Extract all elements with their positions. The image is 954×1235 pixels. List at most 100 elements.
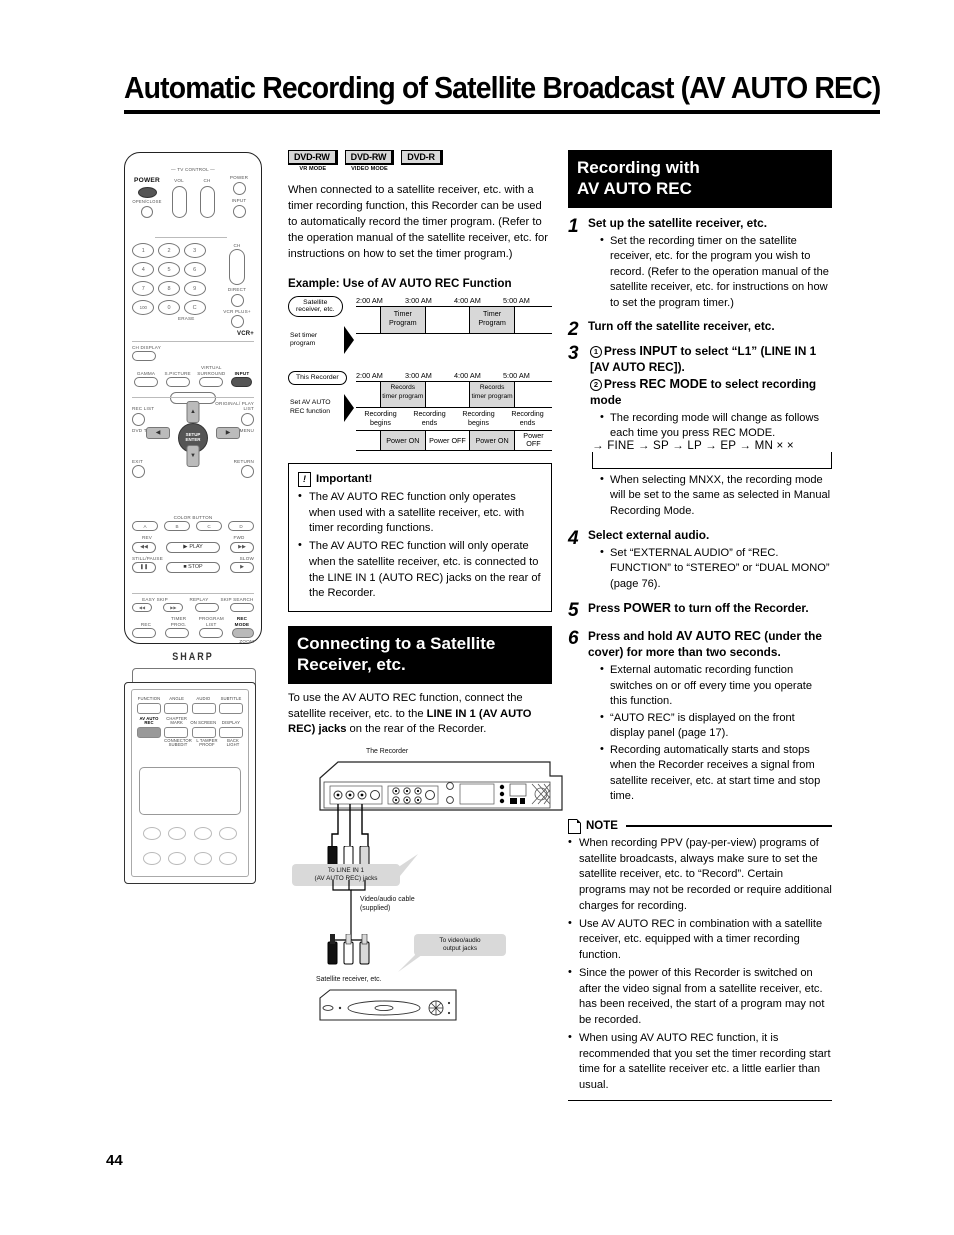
input-button-2[interactable] (231, 376, 253, 387)
timing-cell (356, 306, 381, 333)
panel-back-light-button[interactable] (219, 726, 244, 738)
rec-button[interactable] (132, 627, 156, 638)
still-pause-button[interactable]: ❚❚ (132, 561, 156, 573)
panel-dot[interactable] (219, 827, 238, 840)
tv-power-button[interactable] (232, 182, 246, 196)
skip-back-button[interactable]: ◀◀ (132, 603, 152, 613)
step-5: 5 Press POWER to turn off the Recorder. (568, 600, 832, 620)
set-timer-line2: program (290, 340, 316, 348)
panel-tamper-proof-label: L TAMPER PROOF (196, 737, 218, 748)
color-button-b[interactable]: B (164, 521, 190, 532)
note-header: NOTE (568, 818, 832, 834)
key-9[interactable]: 9 (183, 281, 206, 296)
panel-dot[interactable] (168, 827, 187, 840)
vcr-plus-button[interactable] (230, 314, 244, 328)
tv-channel-rocker[interactable] (199, 185, 215, 218)
panel-dot[interactable] (193, 827, 212, 840)
exit-button[interactable] (132, 465, 145, 479)
panel-dot[interactable] (142, 827, 161, 840)
badge-label: DVD-R (401, 150, 443, 165)
step-title: Press POWER to turn off the Recorder. (588, 600, 832, 616)
panel-angle-button[interactable] (164, 702, 189, 714)
virtual-surround-label: VIRTUAL SURROUND (197, 365, 226, 376)
ch-display-label: CH DISPLAY (132, 345, 161, 350)
panel-subtitle-button[interactable] (219, 702, 244, 714)
dpad-left-button[interactable]: ◀ (146, 426, 170, 439)
slow-button[interactable]: ▶ (230, 561, 254, 573)
note-list: When recording PPV (pay-per-view) progra… (568, 835, 832, 1094)
key-4[interactable]: 4 (132, 262, 155, 277)
direct-button[interactable] (230, 293, 244, 307)
badge-label: DVD-RW (344, 150, 395, 165)
number-keypad[interactable]: 1 2 3 4 5 6 7 8 9 100 0 C (132, 243, 206, 315)
front-panel-button-grid (139, 815, 241, 871)
play-button[interactable]: ▶ PLAY (166, 541, 220, 553)
callout-out-line2: output jacks (442, 945, 478, 953)
panel-dot[interactable] (193, 852, 212, 865)
receiver-caption: Satellite receiver, etc. (316, 976, 382, 984)
key-7[interactable]: 7 (132, 281, 155, 296)
cable-caption: Video/audio cable (supplied) (360, 896, 415, 913)
key-3[interactable]: 3 (183, 243, 206, 258)
timing-block-satellite: Satellite receiver, etc. Set timer progr… (288, 295, 552, 358)
key-100[interactable]: 100 (132, 300, 155, 315)
dpad-up-button[interactable]: ▲ (186, 400, 200, 423)
open-close-button[interactable] (141, 205, 153, 218)
time-tick: 5:00 AM (503, 295, 530, 305)
panel-av-auto-rec-button[interactable] (136, 726, 161, 738)
key-6[interactable]: 6 (183, 262, 206, 277)
key-clear[interactable]: C (183, 300, 206, 315)
example-heading: Example: Use of AV AUTO REC Function (288, 276, 512, 290)
panel-dot[interactable] (168, 852, 187, 865)
timing-row-timer-program: Timer Program Timer Program (356, 305, 552, 334)
skip-search-button[interactable] (229, 603, 254, 613)
timing-cell: Records timer program (381, 382, 426, 408)
panel-audio-button[interactable] (191, 702, 216, 714)
color-button-a[interactable]: A (132, 521, 158, 532)
step-6-key: AV AUTO REC (675, 629, 761, 644)
gamma-button[interactable] (134, 376, 158, 387)
skip-fwd-button[interactable]: ▶▶ (163, 603, 184, 613)
step-title: Select external audio. (588, 527, 710, 542)
fwd-button[interactable]: ▶▶ (230, 541, 254, 553)
still-pause-label: STILL/PAUSE (132, 555, 163, 561)
key-8[interactable]: 8 (157, 281, 180, 296)
panel-dot[interactable] (142, 852, 161, 865)
dpad-down-button[interactable]: ▼ (186, 444, 200, 467)
tv-volume-rocker[interactable] (171, 185, 187, 218)
rev-button[interactable]: ◀◀ (132, 541, 156, 553)
dpad-right-button[interactable]: ▶ (216, 426, 240, 439)
key-1[interactable]: 1 (132, 243, 155, 258)
power-button[interactable] (137, 186, 157, 198)
color-button-d[interactable]: D (228, 521, 254, 532)
panel-on-screen-button[interactable] (191, 726, 216, 738)
arrow-shape-icon (344, 393, 354, 422)
recording-section-header: Recording with AV AUTO REC (568, 150, 832, 208)
panel-chapter-mark-button[interactable] (164, 726, 189, 738)
timer-prog-button[interactable] (165, 627, 190, 638)
timing-cell: Power OFF (426, 430, 471, 450)
page-title: Automatic Recording of Satellite Broadca… (124, 71, 881, 105)
key-2[interactable]: 2 (157, 243, 180, 258)
zoom-label: ZOOM (239, 638, 254, 644)
virtual-surround-button[interactable] (199, 376, 224, 387)
fwd-label: FWD (233, 535, 245, 541)
program-list-button[interactable] (198, 627, 223, 638)
step-title: Press and hold AV AUTO REC (under the co… (588, 628, 832, 660)
circle-number-1-icon: 1 (590, 346, 602, 359)
rec-mode-button[interactable] (231, 627, 254, 638)
ch-display-button[interactable] (132, 351, 156, 362)
return-button[interactable] (241, 465, 254, 479)
replay-button[interactable] (194, 603, 219, 613)
channel-rocker[interactable] (229, 249, 245, 286)
timing-cell (356, 382, 381, 408)
s-picture-button[interactable] (165, 376, 190, 387)
intro-paragraph: When connected to a satellite receiver, … (288, 184, 548, 260)
input-button[interactable] (232, 204, 246, 218)
panel-dot[interactable] (219, 852, 238, 865)
panel-function-button[interactable] (136, 702, 161, 714)
key-5[interactable]: 5 (157, 262, 180, 277)
key-0[interactable]: 0 (157, 300, 180, 315)
stop-button[interactable]: ■ STOP (166, 561, 220, 573)
color-button-c[interactable]: C (196, 521, 222, 532)
